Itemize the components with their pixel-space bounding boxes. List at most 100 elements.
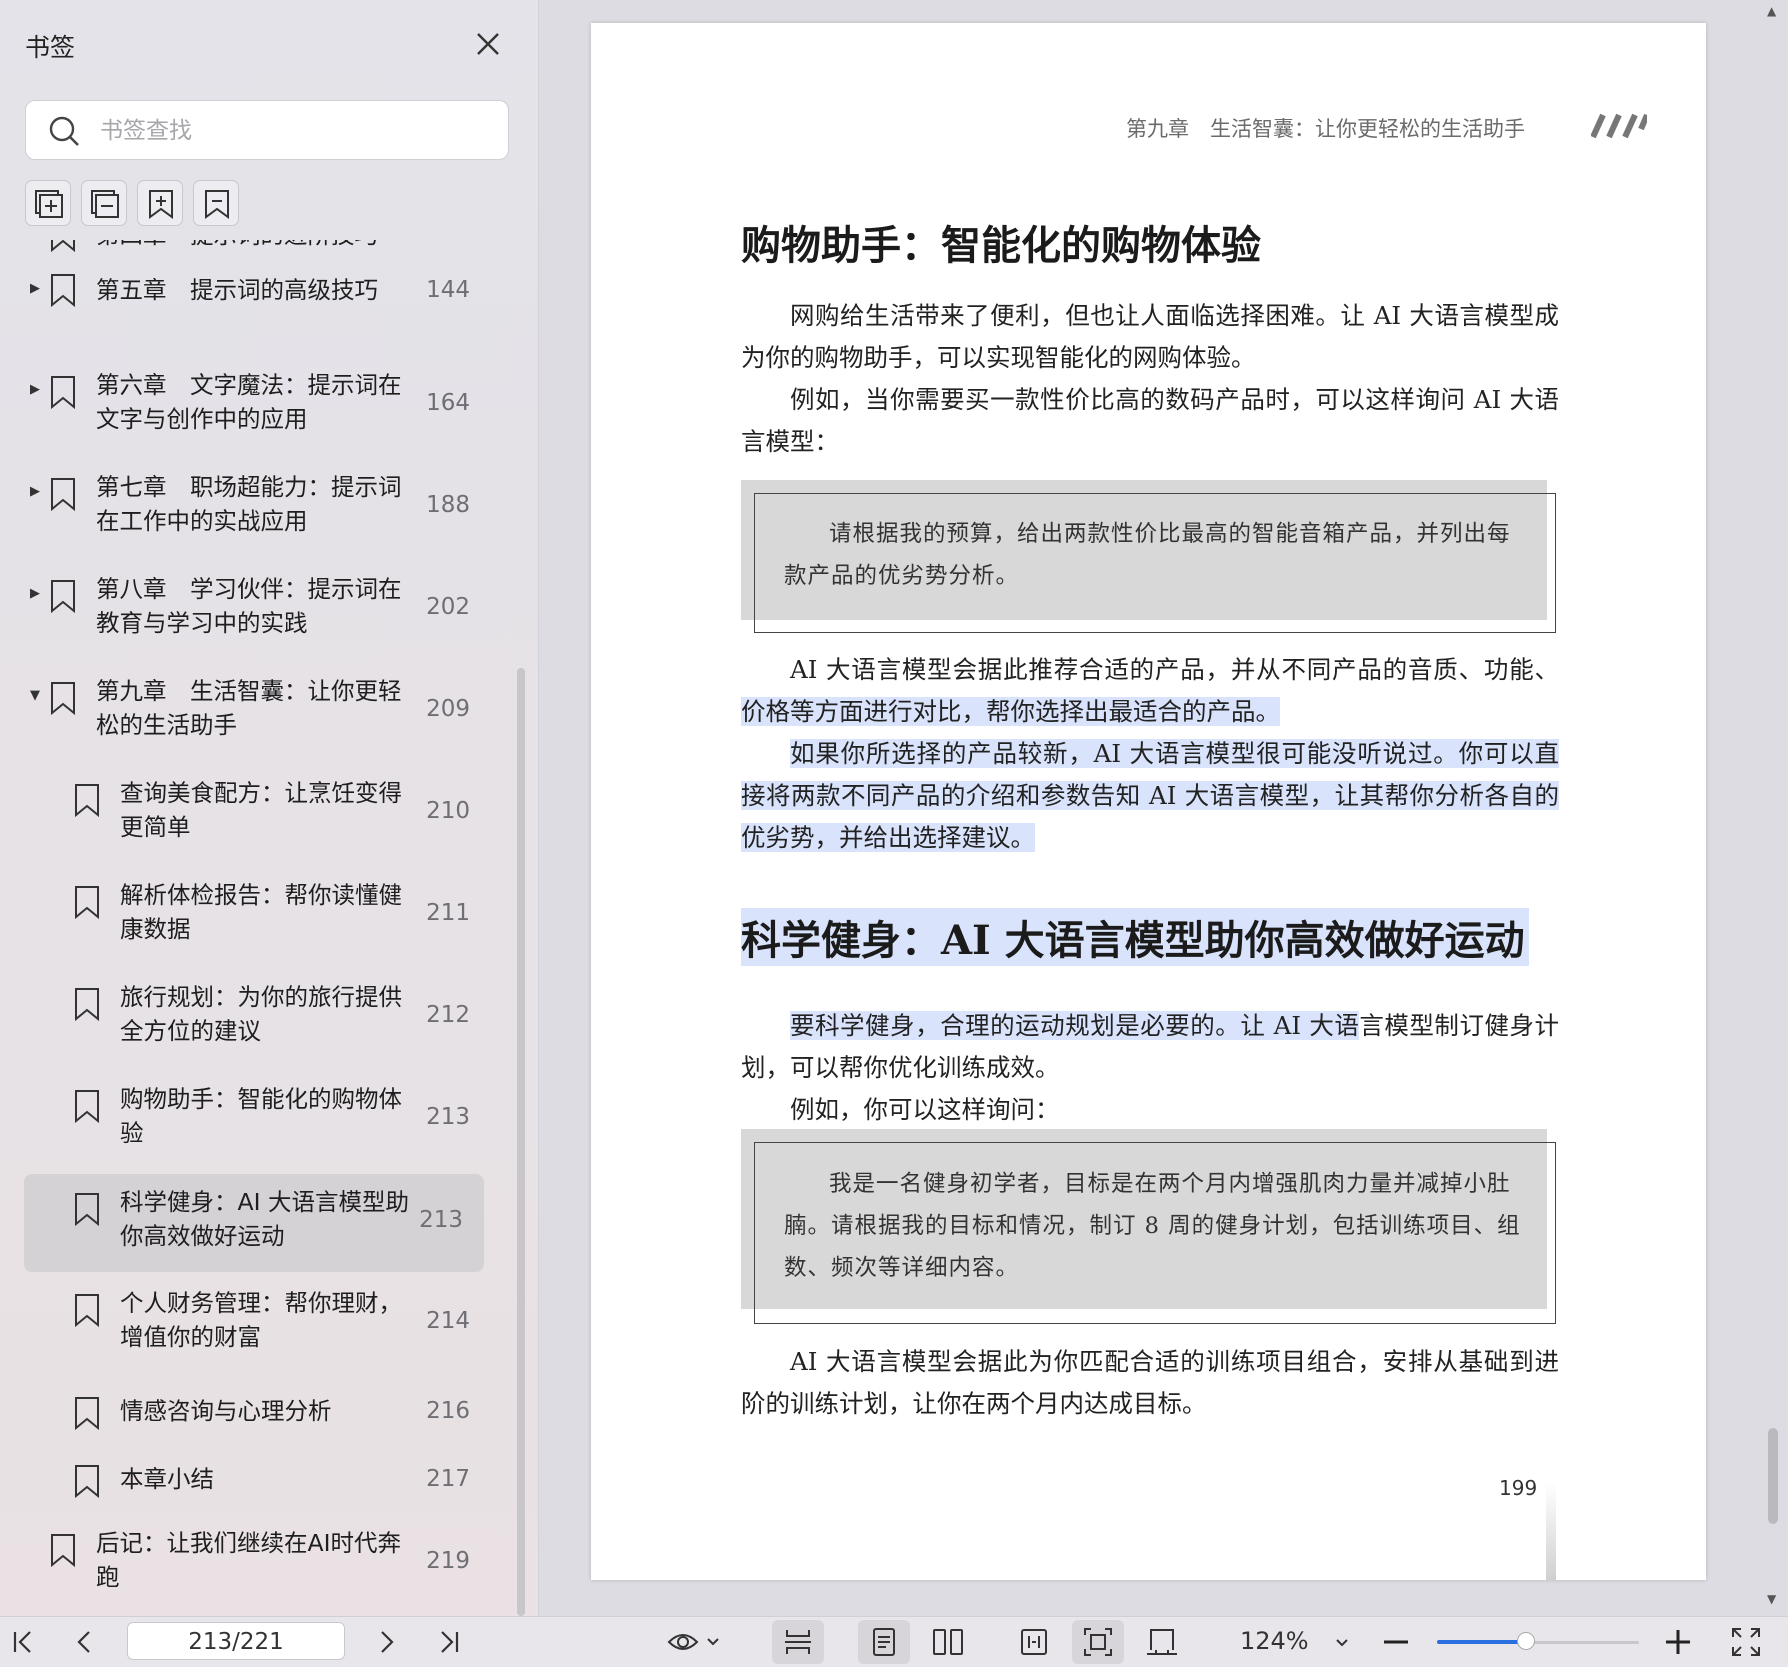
highlighted-text: 价格等方面进行对比，帮你选择出最适合的产品。 — [741, 697, 1280, 726]
bookmark-item-fitness[interactable]: 科学健身：AI 大语言模型助 你高效做好运动 213 — [24, 1174, 484, 1272]
zoom-in-button[interactable] — [1660, 1624, 1696, 1660]
section-heading-fitness: 科学健身：AI 大语言模型助你高效做好运动 — [741, 908, 1529, 966]
bookmark-item-chapter6[interactable]: ▶ 第六章 文字魔法：提示词在 文字与创作中的应用 164 — [0, 368, 515, 444]
fullscreen-button[interactable] — [1728, 1624, 1764, 1660]
bookmark-item-chapter8[interactable]: ▶ 第八章 学习伙伴：提示词在 教育与学习中的实践 202 — [0, 572, 515, 648]
bookmark-page: 211 — [426, 900, 470, 926]
continuous-scroll-button[interactable] — [780, 1624, 816, 1660]
actual-size-button[interactable] — [1144, 1624, 1180, 1660]
zoom-dropdown[interactable] — [1324, 1624, 1360, 1660]
fit-width-icon — [1021, 1629, 1047, 1655]
quote-text: 我是一名健身初学者，目标是在两个月内增强肌肉力量并减掉小肚腩。请根据我的目标和情… — [784, 1171, 1521, 1281]
fit-width-button[interactable] — [1016, 1624, 1052, 1660]
bookmark-item-chapter4[interactable]: 第四章 提示词的进阶技巧 92 — [0, 240, 515, 262]
expand-arrow-icon[interactable]: ▶ — [30, 484, 40, 499]
bookmark-page: 188 — [426, 492, 470, 518]
fullscreen-icon — [1732, 1628, 1760, 1656]
document-scrollbar[interactable] — [1768, 1428, 1778, 1524]
plus-icon — [1666, 1630, 1690, 1654]
single-page-icon — [873, 1628, 895, 1656]
bookmark-search[interactable] — [25, 100, 509, 160]
paragraph: 如果你所选择的产品较新，AI 大语言模型很可能没听说过。你可以直接将两款不同产品… — [741, 733, 1559, 859]
quote-text: 请根据我的预算，给出两款性价比最高的智能音箱产品，并列出每款产品的优劣势分析。 — [784, 521, 1511, 589]
highlighted-text: 如果你所选择的产品较新，AI 大语言模型很可能没听说过。你可以直接将两款不同产品… — [741, 739, 1559, 852]
bookmark-label-line2: 在工作中的实战应用 — [96, 507, 308, 535]
zoom-out-button[interactable] — [1378, 1624, 1414, 1660]
paragraph: 例如，你可以这样询问： — [790, 1095, 1060, 1124]
bookmark-label: 第五章 提示词的高级技巧 — [96, 276, 378, 304]
fit-page-button[interactable] — [1080, 1624, 1116, 1660]
page-edge-shadow — [1546, 1483, 1556, 1580]
last-page-button[interactable] — [432, 1624, 468, 1660]
bookmark-item-finance[interactable]: 个人财务管理：帮你理财， 增值你的财富 214 — [0, 1286, 515, 1362]
bookmark-label-line2: 教育与学习中的实践 — [96, 609, 308, 637]
bookmark-item-chapter7[interactable]: ▶ 第七章 职场超能力：提示词 在工作中的实战应用 188 — [0, 470, 515, 546]
scroll-down-icon[interactable]: ▼ — [1767, 1592, 1776, 1606]
section-heading-shopping: 购物助手：智能化的购物体验 — [741, 222, 1261, 269]
bookmark-label: 第四章 提示词的进阶技巧 — [96, 240, 378, 252]
scroll-up-icon[interactable]: ▲ — [1767, 4, 1776, 18]
bookmark-item-travel[interactable]: 旅行规划：为你的旅行提供 全方位的建议 212 — [0, 980, 515, 1056]
bookmark-label-line1: 旅行规划：为你的旅行提供 — [120, 983, 402, 1011]
chevron-left-icon — [77, 1631, 90, 1653]
bookmark-item-summary[interactable]: 本章小结 217 — [0, 1458, 515, 1508]
bookmark-label-line1: 查询美食配方：让烹饪变得 — [120, 779, 402, 807]
bookmark-label-line2: 增值你的财富 — [120, 1323, 261, 1351]
bookmark-icon — [75, 1090, 99, 1123]
bookmark-page: 210 — [426, 798, 470, 824]
bookmark-label-line1: 科学健身：AI 大语言模型助 — [120, 1188, 409, 1216]
highlighted-text: 要科学健身，合理的运动规划是必要的。让 AI 大语 — [790, 1011, 1360, 1040]
expand-arrow-icon[interactable]: ▶ — [30, 382, 40, 397]
paragraph: 要科学健身，合理的运动规划是必要的。让 AI 大语言模型制订健身计划，可以帮你优… — [741, 1005, 1559, 1089]
bookmark-icon — [75, 886, 99, 919]
add-bookmark-button[interactable] — [137, 180, 183, 226]
paragraph-text: AI 大语言模型会据此推荐合适的产品，并从不同产品的音质、功能、 — [790, 655, 1559, 684]
remove-bookmark-button[interactable] — [193, 180, 239, 226]
bookmark-label-line1: 第九章 生活智囊：让你更轻 — [96, 677, 402, 705]
bookmark-icon — [51, 274, 75, 307]
two-page-button[interactable] — [930, 1624, 966, 1660]
bookmark-page: 217 — [426, 1466, 470, 1492]
collapse-all-button[interactable] — [81, 180, 127, 226]
add-bookmark-icon — [149, 190, 173, 219]
bookmark-item-recipe[interactable]: 查询美食配方：让烹饪变得 更简单 210 — [0, 776, 515, 852]
bookmark-icon — [75, 1193, 99, 1226]
bookmark-search-input[interactable] — [98, 111, 492, 151]
bookmark-page: 216 — [426, 1398, 470, 1424]
expand-all-button[interactable] — [25, 180, 71, 226]
bookmark-icon — [51, 580, 75, 613]
close-icon[interactable] — [470, 26, 506, 62]
collapse-arrow-icon[interactable]: ▼ — [30, 688, 40, 703]
page-number-input[interactable]: 213/221 — [127, 1622, 345, 1660]
collapse-all-icon — [91, 190, 119, 218]
bookmark-label-line1: 解析体检报告：帮你读懂健 — [120, 881, 402, 909]
bookmark-icon — [75, 1294, 99, 1327]
fit-page-icon — [1084, 1628, 1112, 1656]
single-page-button[interactable] — [866, 1624, 902, 1660]
previous-page-button[interactable] — [67, 1624, 103, 1660]
bookmark-item-afterword[interactable]: 后记：让我们继续在AI时代奔 跑 219 — [0, 1526, 515, 1602]
bookmark-item-shopping[interactable]: 购物助手：智能化的购物体 验 213 — [0, 1082, 515, 1158]
zoom-slider-thumb[interactable] — [1517, 1632, 1535, 1650]
first-page-button[interactable] — [4, 1624, 40, 1660]
bookmark-label-line2: 松的生活助手 — [96, 711, 237, 739]
bookmark-page: 209 — [426, 696, 470, 722]
bookmark-item-emotional[interactable]: 情感咨询与心理分析 216 — [0, 1390, 515, 1440]
bookmark-label-line1: 第六章 文字魔法：提示词在 — [96, 371, 402, 399]
next-page-button[interactable] — [368, 1624, 404, 1660]
bookmark-icon — [75, 988, 99, 1021]
zoom-level[interactable]: 124% — [1240, 1627, 1309, 1655]
expand-arrow-icon[interactable]: ▶ — [30, 281, 40, 296]
bookmark-item-health-report[interactable]: 解析体检报告：帮你读懂健 康数据 211 — [0, 878, 515, 954]
sidebar-scrollbar[interactable] — [517, 668, 525, 1616]
bookmark-item-chapter9[interactable]: ▼ 第九章 生活智囊：让你更轻 松的生活助手 209 — [0, 674, 515, 750]
continuous-scroll-icon — [785, 1630, 811, 1654]
view-mode-dropdown[interactable] — [666, 1624, 726, 1660]
bookmark-icon — [51, 682, 75, 715]
two-page-icon — [933, 1629, 963, 1655]
document-page: 第九章 生活智囊：让你更轻松的生活助手 购物助手：智能化的购物体验 网购给生活带… — [591, 23, 1706, 1580]
bookmark-item-chapter5[interactable]: ▶ 第五章 提示词的高级技巧 144 — [0, 260, 515, 320]
bookmark-label-line2: 验 — [120, 1119, 144, 1147]
bookmark-icon — [51, 1534, 75, 1567]
expand-arrow-icon[interactable]: ▶ — [30, 586, 40, 601]
